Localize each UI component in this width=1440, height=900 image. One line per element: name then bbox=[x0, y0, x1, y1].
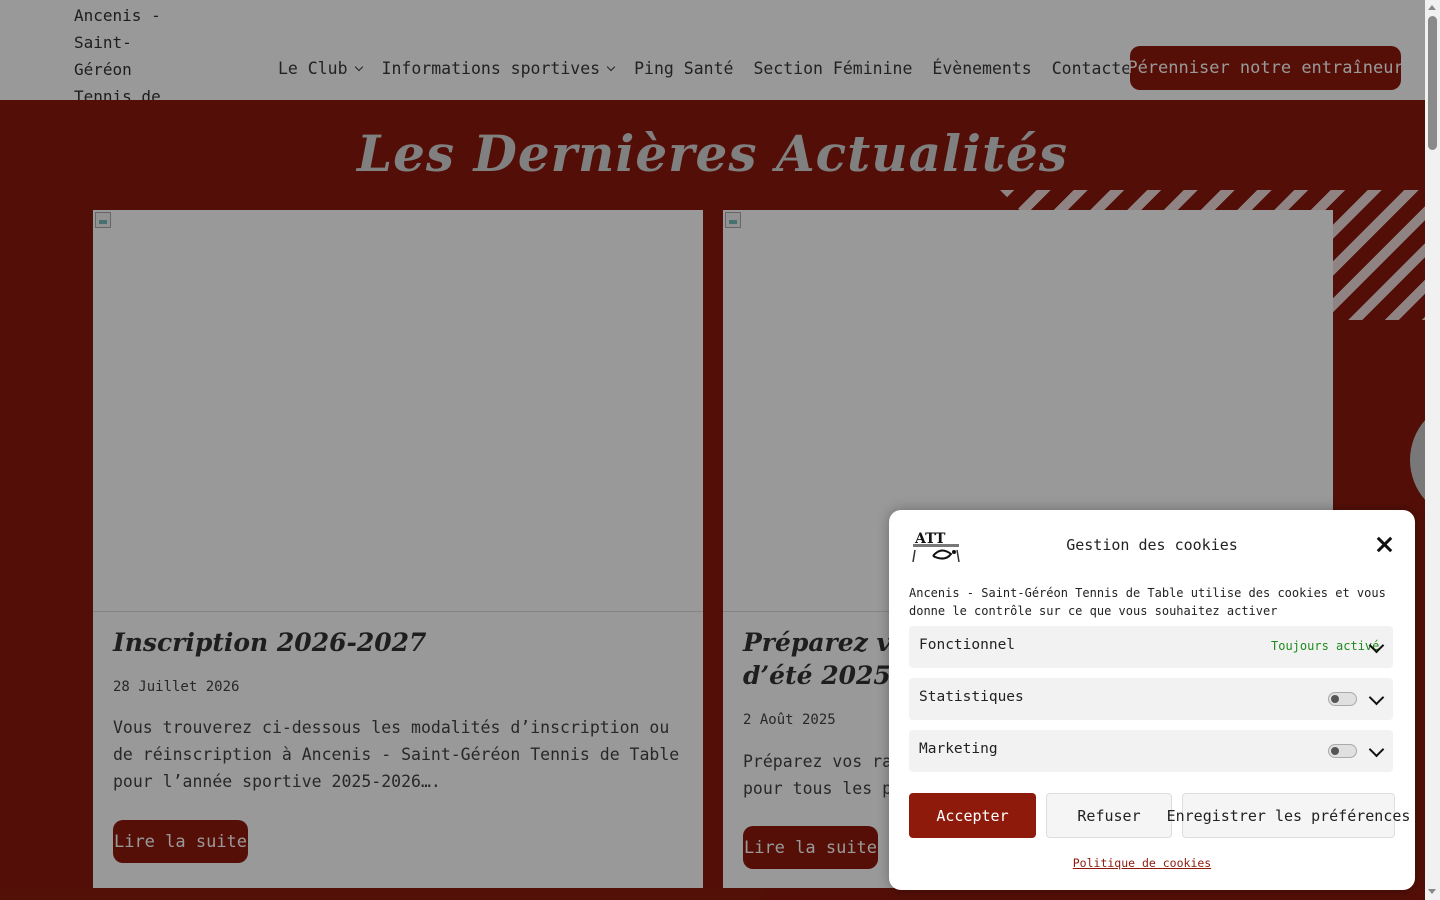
scrollbar[interactable] bbox=[1425, 0, 1440, 900]
close-icon[interactable] bbox=[1374, 534, 1396, 556]
category-label: Statistiques bbox=[919, 689, 1024, 705]
scrollbar-thumb[interactable] bbox=[1428, 16, 1437, 150]
cookie-category-fonctionnel[interactable]: Fonctionnel Toujours activé bbox=[909, 626, 1393, 668]
accept-button[interactable]: Accepter bbox=[909, 793, 1036, 838]
cookie-title: Gestion des cookies bbox=[1066, 536, 1238, 554]
cookie-category-statistiques[interactable]: Statistiques bbox=[909, 678, 1393, 720]
refuse-button[interactable]: Refuser bbox=[1046, 793, 1172, 838]
marketing-toggle[interactable] bbox=[1328, 744, 1357, 758]
scroll-up-arrow-icon[interactable] bbox=[1428, 5, 1436, 10]
save-preferences-button[interactable]: Enregistrer les préférences bbox=[1167, 793, 1410, 838]
category-label: Fonctionnel bbox=[919, 637, 1016, 653]
cookie-policy-link[interactable]: Politique de cookies bbox=[889, 856, 1395, 870]
scroll-down-arrow-icon[interactable] bbox=[1428, 889, 1436, 894]
chevron-down-icon[interactable] bbox=[1368, 689, 1385, 706]
cookie-banner: ATT Gestion des cookies Ancenis - Saint-… bbox=[889, 510, 1415, 890]
chevron-down-icon[interactable] bbox=[1368, 741, 1385, 758]
cookie-category-marketing[interactable]: Marketing bbox=[909, 730, 1393, 772]
category-label: Marketing bbox=[919, 741, 998, 757]
cookie-description: Ancenis - Saint-Géréon Tennis de Table u… bbox=[909, 586, 1386, 618]
category-status: Toujours activé bbox=[1271, 639, 1380, 653]
statistiques-toggle[interactable] bbox=[1328, 692, 1357, 706]
